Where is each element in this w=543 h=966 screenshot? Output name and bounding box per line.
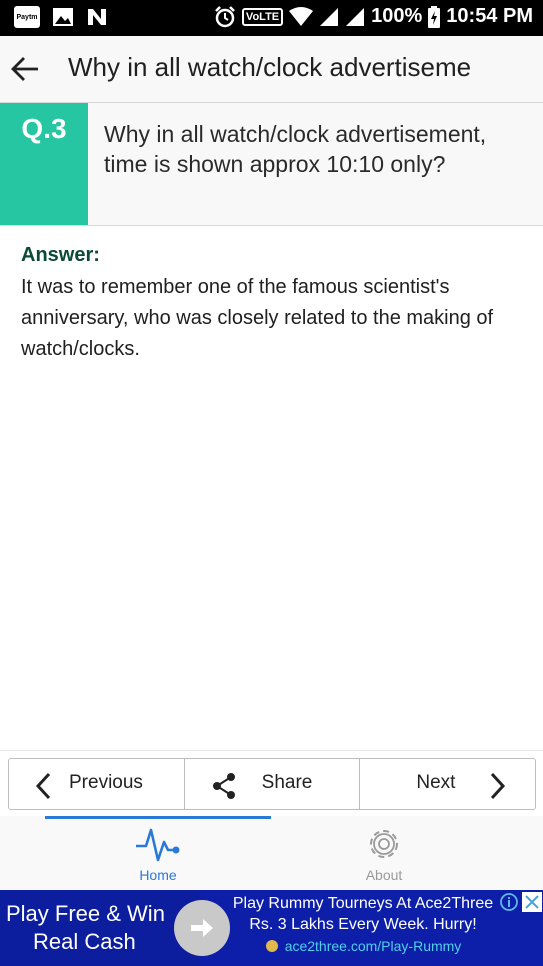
tab-home[interactable]: Home (88, 816, 228, 890)
ad-info-icon[interactable] (499, 892, 519, 912)
app-bar: Why in all watch/clock advertiseme (0, 36, 543, 103)
ad-arrow-button[interactable] (174, 900, 230, 956)
signal-icon (320, 7, 339, 26)
question-number: Q.3 (21, 113, 67, 144)
answer-label: Answer: (21, 244, 100, 266)
chevron-left-icon (35, 772, 51, 800)
tab-about-label: About (365, 867, 403, 883)
n-icon (88, 9, 106, 25)
battery-charging-icon (428, 5, 441, 28)
ad-tagline-2: Real Cash (33, 929, 136, 954)
ad-url-text: ace2three.com/Play-Rummy (284, 938, 462, 954)
paytm-icon: Paytm (14, 6, 40, 28)
ad-url[interactable]: ace2three.com/Play-Rummy (228, 936, 498, 956)
paytm-label: Paytm (16, 13, 38, 21)
ad-logo-icon (265, 940, 278, 952)
arrow-right-icon (191, 919, 213, 937)
ad-tagline-1: Play Free & Win (6, 901, 165, 926)
share-icon (212, 773, 235, 799)
tab-about[interactable]: About (314, 816, 454, 890)
back-arrow-icon[interactable] (10, 56, 40, 82)
share-label: Share (261, 772, 313, 793)
volte-badge: VoLTE (241, 7, 284, 26)
previous-button[interactable]: Previous (9, 759, 185, 809)
status-bar: Paytm VoLTE 100% 10:54 PM (0, 0, 543, 36)
question-card: Q.3 Why in all watch/clock advertisement… (0, 103, 543, 226)
nav-divider (0, 750, 543, 751)
signal-icon-2 (346, 7, 365, 26)
gear-icon (370, 830, 398, 858)
chevron-right-icon (491, 772, 506, 800)
ad-close-icon[interactable] (522, 892, 542, 912)
ad-headline-2: Rs. 3 Lakhs Every Week. Hurry! (249, 916, 477, 933)
previous-label: Previous (69, 772, 143, 793)
question-text: Why in all watch/clock advertisement, ti… (104, 121, 487, 177)
ad-left-panel: Play Free & Win Real Cash (0, 890, 200, 966)
wifi-icon (289, 6, 314, 26)
clock-time: 10:54 PM (446, 5, 533, 27)
battery-percent: 100% (371, 5, 423, 27)
alarm-icon (215, 5, 235, 27)
question-nav: Previous Share Next (8, 758, 536, 810)
image-icon (53, 8, 73, 26)
pulse-icon (136, 828, 180, 862)
ad-banner[interactable]: Play Free & Win Real Cash Play Rummy Tou… (0, 890, 543, 966)
bottom-tab-bar: Home About (0, 816, 543, 890)
tab-home-label: Home (139, 867, 177, 883)
page-title: Why in all watch/clock advertiseme (68, 52, 472, 82)
ad-text: Play Rummy Tourneys At Ace2Three Rs. 3 L… (228, 894, 498, 956)
ad-headline-1: Play Rummy Tourneys At Ace2Three (232, 895, 494, 912)
share-button[interactable]: Share (185, 759, 361, 809)
answer-text: It was to remember one of the famous sci… (21, 276, 494, 360)
next-button[interactable]: Next (360, 759, 535, 809)
question-number-badge: Q.3 (0, 103, 88, 225)
next-label: Next (416, 772, 456, 793)
